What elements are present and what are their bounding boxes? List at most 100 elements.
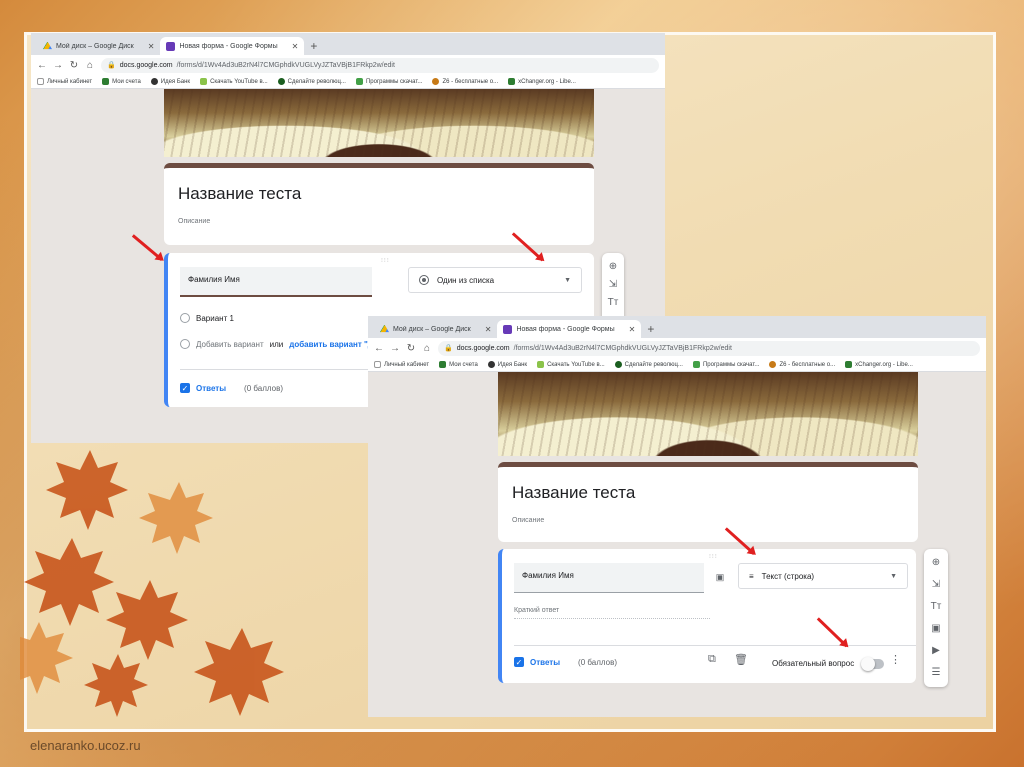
browser-window-two: Мой диск – Google Диск ✕ Новая форма - G… [368,316,986,717]
short-answer-placeholder: Краткий ответ [514,607,710,619]
bookmark-label: Идея Банк [497,361,528,368]
question-title-input[interactable]: Фамилия Имя [180,267,372,297]
page-viewport: Название теста Описание ⁝⁝⁝ Фамилия Имя … [368,372,986,717]
option-label: Вариант 1 [196,313,234,323]
reload-icon[interactable]: ↻ [69,60,79,71]
add-other-option-link[interactable]: добавить вариант "Д [289,340,373,349]
tab-label: Мой диск – Google Диск [56,42,134,50]
answer-key-button[interactable]: ✓ Ответы (0 баллов) [180,383,283,393]
address-bar[interactable]: 🔒 docs.google.com/forms/d/1Wv4Ad3uB2rN4l… [101,57,659,73]
dollar-icon [845,361,853,368]
form-header-image [164,89,594,157]
record-icon [277,78,285,85]
close-icon[interactable]: ✕ [292,42,299,51]
question-type-dropdown[interactable]: ≡ Текст (строка) ▼ [738,563,908,589]
add-video-icon[interactable]: ▶ [927,641,945,659]
add-image-icon[interactable]: ▣ [927,619,945,637]
reload-icon[interactable]: ↻ [406,343,416,354]
bookmark-item[interactable]: Идея Банк [487,361,528,368]
address-domain: docs.google.com [119,61,173,69]
back-arrow-icon[interactable]: ← [37,60,47,71]
tab-google-forms[interactable]: Новая форма - Google Формы ✕ [160,37,305,55]
home-icon[interactable]: ⌂ [422,343,432,354]
bookmark-item[interactable]: Сделайте революц... [614,361,683,368]
question-type-dropdown[interactable]: Один из списка ▼ [408,267,582,293]
tab-strip: Мой диск – Google Диск ✕ Новая форма - G… [31,33,665,55]
bookmark-label: xChanger.org - Libe... [855,361,913,368]
add-option-button[interactable]: Добавить вариант [196,340,264,349]
forward-arrow-icon[interactable]: → [53,60,63,71]
bookmark-item[interactable]: Z6 - бесплатные о... [432,78,498,85]
bookmark-label: Z6 - бесплатные о... [779,361,836,368]
duplicate-icon[interactable]: ⧉ [708,653,716,666]
bookmark-label: Сделайте революц... [624,361,683,368]
tab-google-drive[interactable]: Мой диск – Google Диск ✕ [37,37,160,55]
short-text-icon: ≡ [749,571,754,581]
bookmark-item[interactable]: Личный кабинет [374,361,429,368]
add-question-icon[interactable]: ⊕ [604,257,622,275]
question-title-input[interactable]: Фамилия Имя [514,563,704,593]
bookmark-item[interactable]: Скачать YouTube в... [537,361,605,368]
bank-icon [439,361,447,368]
bookmark-item[interactable]: Z6 - бесплатные о... [769,361,835,368]
bookmark-item[interactable]: Личный кабинет [37,78,92,85]
back-arrow-icon[interactable]: ← [374,343,384,354]
autumn-leaves-decoration [20,450,284,717]
option-row[interactable]: Вариант 1 [180,313,234,323]
address-bar[interactable]: 🔒 docs.google.com/forms/d/1Wv4Ad3uB2rN4l… [438,340,980,356]
close-icon[interactable]: ✕ [148,42,155,51]
bookmark-item[interactable]: Программы скачат... [355,78,422,85]
lock-icon: 🔒 [444,345,453,352]
form-title[interactable]: Название теста [512,483,904,503]
drag-handle-icon[interactable]: ⁝⁝⁝ [709,553,718,560]
add-image-icon[interactable]: ▣ [712,569,728,585]
bookmark-item[interactable]: Скачать YouTube в... [200,78,268,85]
bookmark-label: Сделайте революц... [287,78,346,85]
tab-google-forms[interactable]: Новая форма - Google Формы ✕ [497,320,642,338]
bookmark-item[interactable]: Идея Банк [150,78,191,85]
answer-key-button[interactable]: ✓ Ответы (0 баллов) [514,657,617,667]
add-question-icon[interactable]: ⊕ [927,553,945,571]
new-tab-button[interactable]: + [304,39,323,55]
required-toggle[interactable] [861,657,884,671]
bookmark-item[interactable]: Программы скачат... [692,361,759,368]
browser-toolbar: ← → ↻ ⌂ 🔒 docs.google.com/forms/d/1Wv4Ad… [31,55,665,75]
google-drive-icon [43,41,52,50]
form-description[interactable]: Описание [512,517,904,524]
address-path: /forms/d/1Wv4Ad3uB2rN4l7CMGphdkVUGLVyJZT… [513,344,732,352]
download-icon [537,361,545,368]
new-tab-button[interactable]: + [641,322,660,338]
bookmark-item[interactable]: Сделайте революц... [277,78,346,85]
bookmark-item[interactable]: xChanger.org - Libe... [508,78,576,85]
form-description[interactable]: Описание [178,218,580,225]
address-domain: docs.google.com [456,344,510,352]
add-title-icon[interactable]: Tт [604,293,622,311]
checkbox-icon: ✓ [514,657,524,667]
import-questions-icon[interactable]: ⇲ [604,275,622,293]
divider [514,645,916,646]
more-options-icon[interactable]: ⋮ [890,653,901,666]
question-card[interactable]: ⁝⁝⁝ Фамилия Имя ▣ ≡ Текст (строка) ▼ Кра… [498,549,916,683]
drag-handle-icon[interactable]: ⁝⁝⁝ [381,257,390,264]
google-forms-icon [503,324,513,334]
bookmark-label: Идея Банк [160,78,191,85]
bank-icon [102,78,110,85]
trash-icon[interactable]: 🗑 [734,653,748,666]
add-title-icon[interactable]: Tт [927,597,945,615]
bookmark-item[interactable]: xChanger.org - Libe... [845,361,913,368]
bookmark-label: Личный кабинет [47,78,93,85]
close-icon[interactable]: ✕ [629,325,636,334]
forward-arrow-icon[interactable]: → [390,343,400,354]
form-title[interactable]: Название теста [178,184,580,204]
tab-google-drive[interactable]: Мой диск – Google Диск ✕ [374,320,497,338]
home-icon[interactable]: ⌂ [85,60,95,71]
bookmark-item[interactable]: Мои счета [439,361,478,368]
add-section-icon[interactable]: ☰ [927,663,945,681]
browser-toolbar: ← → ↻ ⌂ 🔒 docs.google.com/forms/d/1Wv4Ad… [368,338,986,358]
close-icon[interactable]: ✕ [485,325,492,334]
import-questions-icon[interactable]: ⇲ [927,575,945,593]
bookmark-item[interactable]: Мои счета [102,78,141,85]
gear-icon [432,78,440,85]
tab-strip: Мой диск – Google Диск ✕ Новая форма - G… [368,316,986,338]
bookmark-label: Мои счета [112,78,141,85]
